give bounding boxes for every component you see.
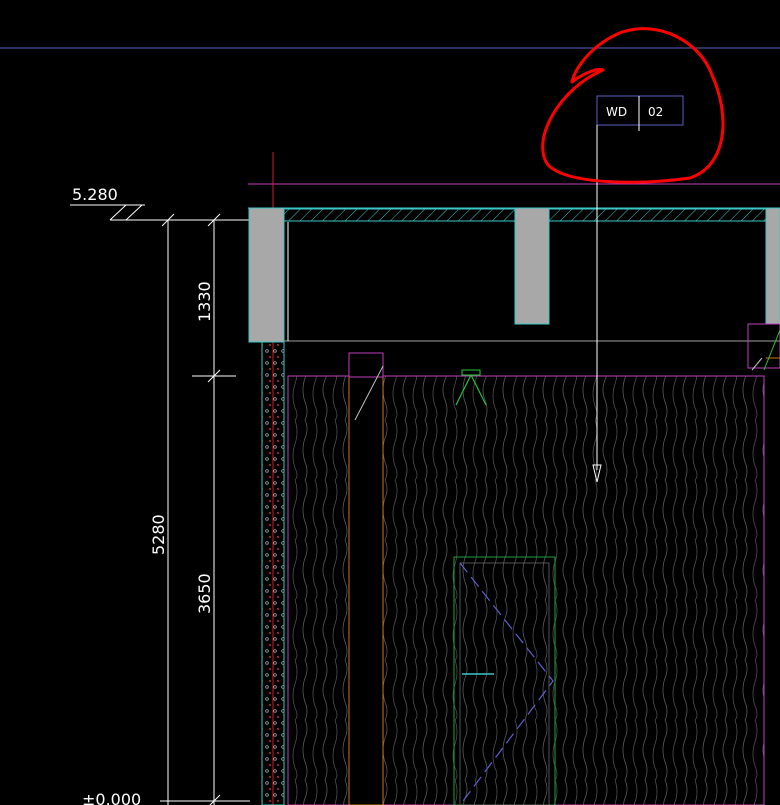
callout-number: 02 (648, 105, 663, 119)
dimension-overall: 5280 (149, 514, 168, 555)
wall-insulation (261, 341, 285, 805)
middle-beam (514, 207, 550, 325)
elevation-top-label: 5.280 (72, 185, 118, 204)
dimension-chain: 5280 1330 3650 (149, 213, 236, 805)
callout-code: WD (606, 105, 627, 119)
left-column (248, 207, 285, 343)
elevation-mark-top: 5.280 (70, 185, 250, 221)
elevation-mark-bottom: ±0.000 (82, 790, 250, 805)
right-corner-detail (747, 323, 780, 371)
dimension-lower: 3650 (195, 573, 214, 614)
right-beam (765, 207, 780, 325)
cad-drawing-canvas: 5.280 ±0.000 5280 1330 3650 WD 02 (0, 27, 780, 805)
elevation-bottom-label: ±0.000 (82, 790, 141, 805)
pilaster (348, 352, 384, 805)
dimension-upper: 1330 (195, 281, 214, 322)
red-annotation-circle (541, 27, 725, 184)
